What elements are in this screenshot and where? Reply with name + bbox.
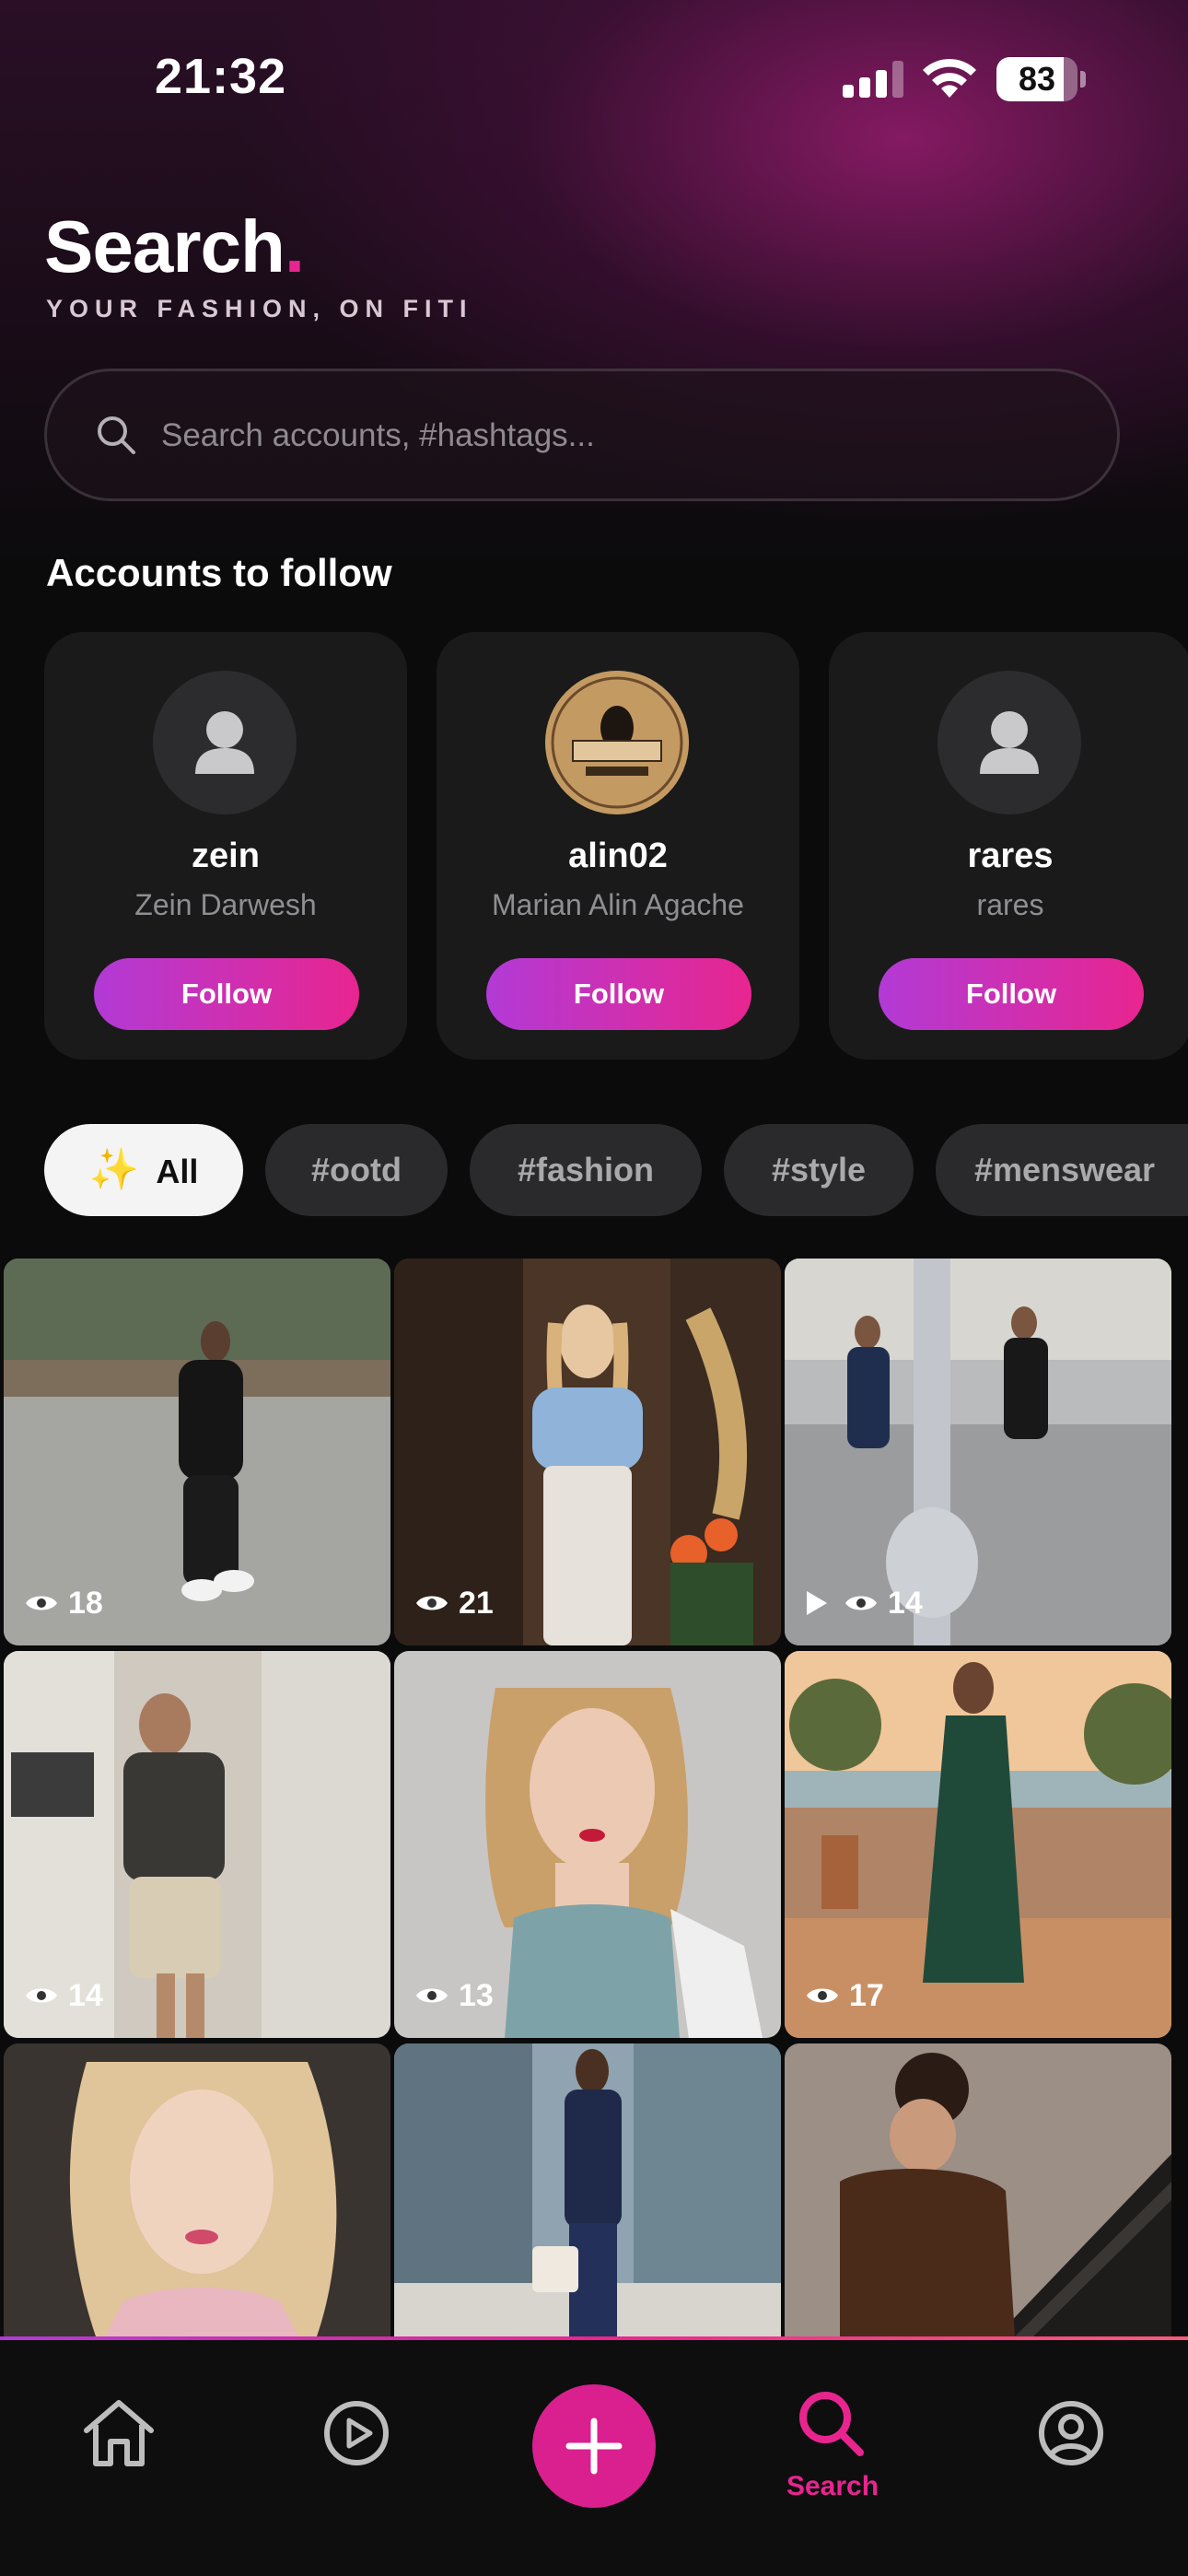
default-avatar-icon (938, 671, 1081, 814)
wifi-icon (923, 58, 976, 98)
filter-chip-menswear[interactable]: #menswear (936, 1124, 1188, 1216)
status-bar: 21:32 83 (0, 0, 1188, 166)
account-card[interactable]: zein Zein Darwesh Follow (44, 632, 407, 1060)
account-full-name: Zein Darwesh (134, 888, 317, 921)
post-tile[interactable]: 21 (394, 1259, 781, 1645)
page-title: Search. (44, 205, 305, 287)
filter-chip-all[interactable]: ✨ All (44, 1124, 243, 1216)
eye-icon (416, 1988, 448, 2003)
eye-icon (845, 1596, 877, 1610)
filter-chip-fashion[interactable]: #fashion (470, 1124, 702, 1216)
account-card[interactable]: alin02 Marian Alin Agache Follow (437, 632, 799, 1060)
play-circle-icon[interactable] (315, 2392, 398, 2475)
follow-button[interactable]: Follow (94, 958, 359, 1030)
eye-icon (416, 1596, 448, 1610)
post-view-count: 18 (24, 1583, 103, 1623)
post-view-count: 13 (414, 1975, 494, 2016)
default-avatar-icon (153, 671, 297, 814)
sparkles-icon: ✨ (88, 1147, 140, 1192)
post-view-count: 14 (24, 1975, 103, 2016)
account-card[interactable]: rares rares Follow (829, 632, 1188, 1060)
page-subtitle: YOUR FASHION, ON FITI (46, 295, 473, 322)
post-tile[interactable]: 14 (4, 1651, 390, 2038)
search-input[interactable]: Search accounts, #hashtags... (44, 369, 1120, 501)
battery-percent: 83 (1018, 60, 1056, 98)
account-full-name: rares (976, 888, 1044, 921)
follow-button[interactable]: Follow (486, 958, 751, 1030)
follow-button[interactable]: Follow (879, 958, 1144, 1030)
post-tile[interactable]: 13 (394, 1651, 781, 2038)
search-placeholder: Search accounts, #hashtags... (161, 417, 595, 453)
nav-search-label: Search (786, 2471, 879, 2501)
post-view-count: 17 (805, 1975, 884, 2016)
post-view-count: 21 (414, 1583, 494, 1623)
video-play-icon (807, 1591, 827, 1615)
eye-icon (807, 1988, 838, 2003)
battery-indicator: 83 (996, 57, 1086, 101)
post-tile[interactable] (4, 2043, 390, 2336)
filter-chip-ootd[interactable]: #ootd (265, 1124, 448, 1216)
home-icon[interactable] (77, 2392, 160, 2475)
account-username: zein (192, 837, 260, 875)
account-username: alin02 (568, 837, 668, 875)
search-icon (98, 416, 135, 454)
account-username: rares (967, 837, 1054, 875)
post-tile[interactable]: 17 (785, 1651, 1171, 2038)
search-nav-icon[interactable] (790, 2383, 873, 2465)
post-view-count: 14 (805, 1583, 923, 1623)
account-full-name: Marian Alin Agache (492, 888, 744, 921)
barber-logo-avatar (545, 671, 689, 814)
post-tile[interactable] (394, 2043, 781, 2336)
eye-icon (26, 1988, 57, 2003)
post-tile[interactable]: 14 (785, 1259, 1171, 1645)
plus-icon (565, 2418, 623, 2475)
profile-icon[interactable] (1030, 2392, 1112, 2475)
status-time: 21:32 (155, 49, 287, 104)
create-post-button[interactable] (532, 2384, 656, 2508)
accounts-section-title: Accounts to follow (46, 551, 392, 594)
eye-icon (26, 1596, 57, 1610)
cellular-signal-icon (843, 61, 903, 98)
title-dot: . (284, 205, 305, 287)
post-tile[interactable]: 18 (4, 1259, 390, 1645)
bottom-nav: Search (0, 2340, 1188, 2576)
filter-chip-style[interactable]: #style (724, 1124, 914, 1216)
post-tile[interactable] (785, 2043, 1171, 2336)
